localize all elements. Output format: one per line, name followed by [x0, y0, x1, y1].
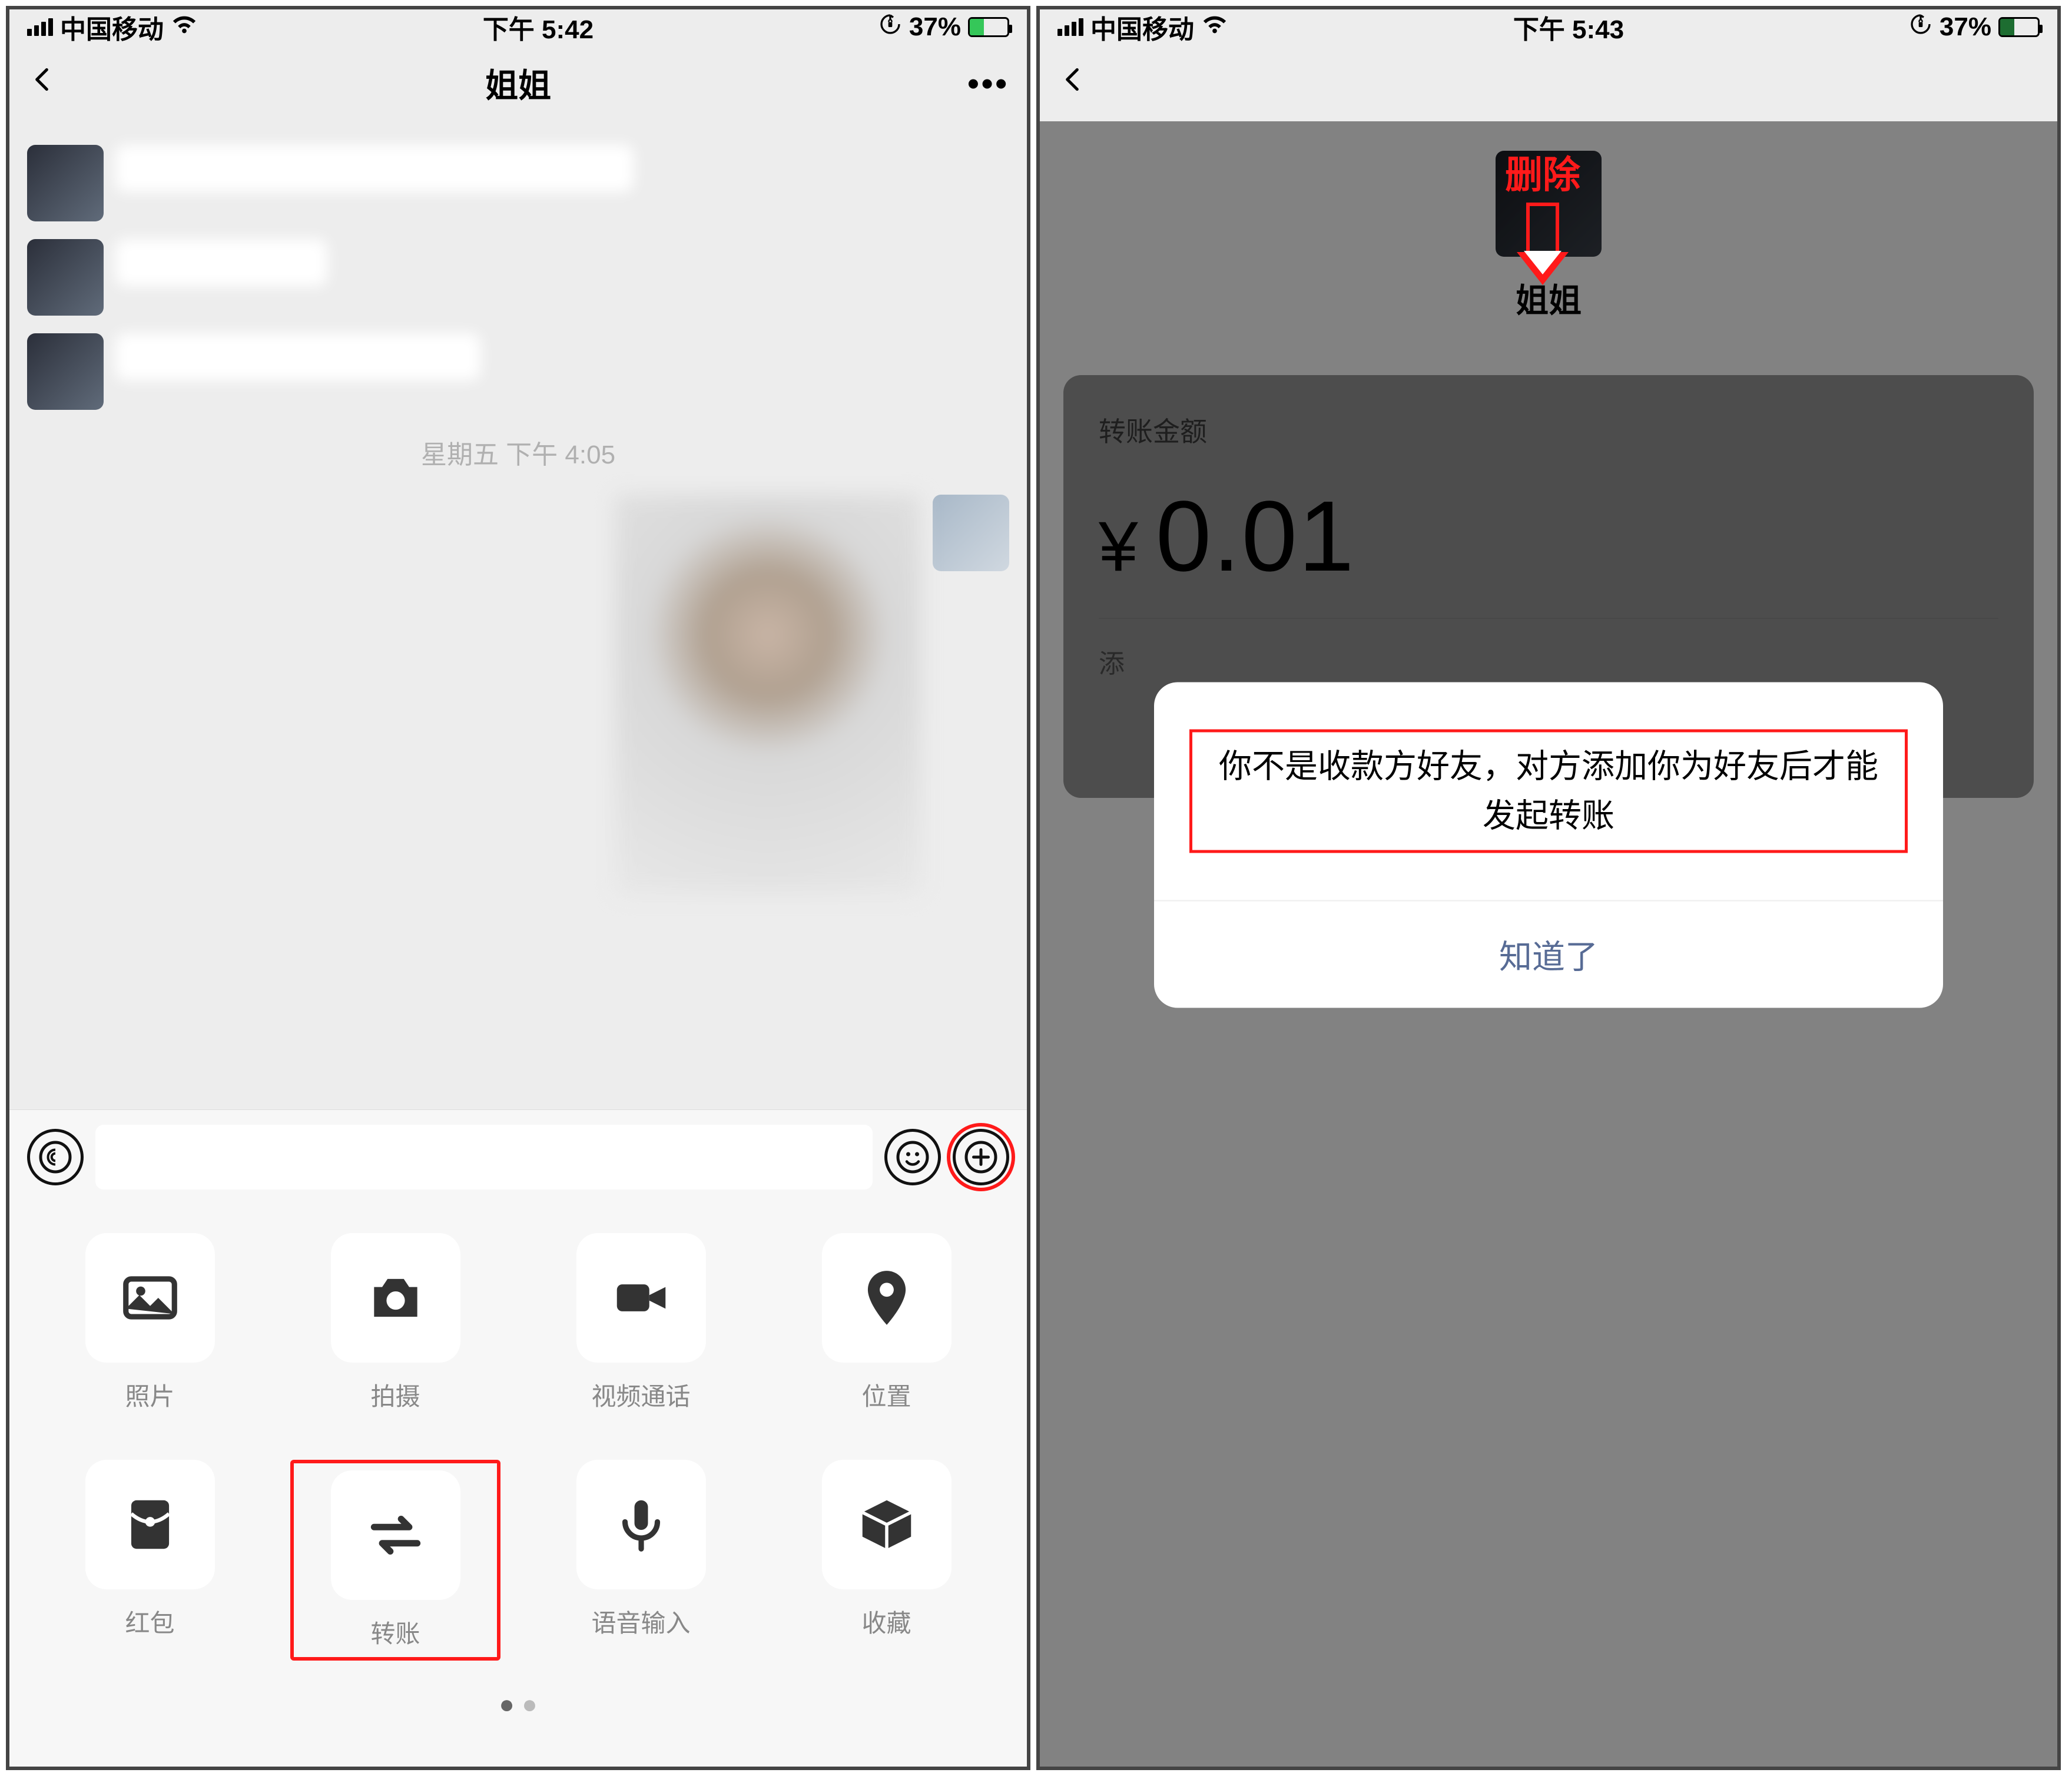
timestamp: 星期五 下午 4:05: [27, 433, 1009, 471]
message-bubble: [115, 333, 480, 380]
back-button[interactable]: [1057, 59, 1087, 108]
emoji-button[interactable]: [884, 1129, 941, 1185]
avatar[interactable]: [27, 239, 104, 316]
panel-label: 拍摄: [370, 1377, 420, 1413]
panel-label: 收藏: [861, 1603, 911, 1639]
panel-label: 照片: [125, 1377, 174, 1413]
battery-pct: 37%: [909, 12, 961, 42]
input-toolbar: [9, 1109, 1027, 1204]
panel-photo[interactable]: 照片: [45, 1233, 255, 1413]
attachment-panel: 照片 拍摄 视频通话 位置 红包 转账: [9, 1204, 1027, 1767]
camera-icon: [363, 1265, 428, 1330]
wifi-icon: [171, 11, 198, 44]
rotation-lock-icon: [1909, 12, 1932, 42]
message-row[interactable]: [27, 145, 1009, 221]
chat-area[interactable]: 星期五 下午 4:05: [9, 121, 1027, 1109]
battery-icon: [968, 17, 1009, 37]
message-bubble: [115, 145, 634, 192]
panel-video[interactable]: 视频通话: [536, 1233, 746, 1413]
modal-message-highlight: 你不是收款方好友，对方添加你为好友后才能发起转账: [1189, 730, 1908, 853]
photo-icon: [118, 1265, 183, 1330]
modal-ok-button[interactable]: 知道了: [1154, 900, 1943, 1008]
panel-label: 语音输入: [591, 1603, 690, 1639]
status-bar: 中国移动 下午 5:42 37%: [9, 9, 1027, 45]
box-icon: [854, 1492, 919, 1557]
carrier-text: 中国移动: [1090, 8, 1194, 46]
more-button[interactable]: •••: [967, 64, 1009, 102]
navbar: 姐姐 •••: [9, 45, 1027, 121]
wifi-icon: [1201, 11, 1228, 44]
panel-label: 转账: [370, 1614, 420, 1650]
panel-camera[interactable]: 拍摄: [290, 1233, 500, 1413]
avatar[interactable]: [933, 495, 1009, 571]
voice-toggle-button[interactable]: [27, 1129, 84, 1185]
redpacket-icon: [118, 1492, 183, 1557]
back-button[interactable]: [27, 59, 57, 108]
plus-button[interactable]: [953, 1129, 1009, 1185]
status-time: 下午 5:43: [1513, 8, 1624, 46]
panel-location[interactable]: 位置: [781, 1233, 992, 1413]
transfer-icon: [363, 1503, 428, 1568]
alert-modal: 你不是收款方好友，对方添加你为好友后才能发起转账 知道了: [1154, 682, 1943, 1008]
message-row[interactable]: [27, 495, 1009, 895]
panel-favorite[interactable]: 收藏: [781, 1460, 992, 1661]
annotation-delete: 删除: [1505, 145, 1580, 285]
avatar[interactable]: [27, 145, 104, 221]
video-icon: [609, 1265, 674, 1330]
modal-message: 你不是收款方好友，对方添加你为好友后才能发起转账: [1204, 742, 1893, 841]
panel-redpacket[interactable]: 红包: [45, 1460, 255, 1661]
chat-title: 姐姐: [9, 59, 1027, 107]
rotation-lock-icon: [878, 12, 902, 42]
signal-icon: [1057, 18, 1083, 36]
avatar[interactable]: [27, 333, 104, 410]
panel-label: 视频通话: [591, 1377, 690, 1413]
panel-transfer[interactable]: 转账: [290, 1460, 500, 1661]
battery-icon: [1998, 17, 2040, 37]
message-row[interactable]: [27, 333, 1009, 410]
status-bar: 中国移动 下午 5:43 37%: [1040, 9, 2057, 45]
panel-label: 红包: [125, 1603, 174, 1639]
battery-pct: 37%: [1940, 12, 1991, 42]
status-time: 下午 5:42: [483, 8, 594, 46]
pin-icon: [854, 1265, 919, 1330]
arrow-down-icon: [1522, 203, 1563, 285]
panel-label: 位置: [861, 1377, 911, 1413]
page-indicator: ● ●: [45, 1690, 992, 1719]
panel-voice-input[interactable]: 语音输入: [536, 1460, 746, 1661]
message-input[interactable]: [95, 1125, 873, 1189]
carrier-text: 中国移动: [60, 8, 164, 46]
message-row[interactable]: [27, 239, 1009, 316]
signal-icon: [27, 18, 53, 36]
navbar: [1040, 45, 2057, 121]
annotation-label: 删除: [1505, 145, 1580, 199]
image-message[interactable]: [615, 495, 921, 895]
transfer-screen: 姐姐 转账金额 ¥ 0.01 添 你不是收款方好友，对方添加你为好友后才能发起转…: [1040, 121, 2057, 1767]
mic-icon: [609, 1492, 674, 1557]
message-bubble: [115, 239, 327, 286]
